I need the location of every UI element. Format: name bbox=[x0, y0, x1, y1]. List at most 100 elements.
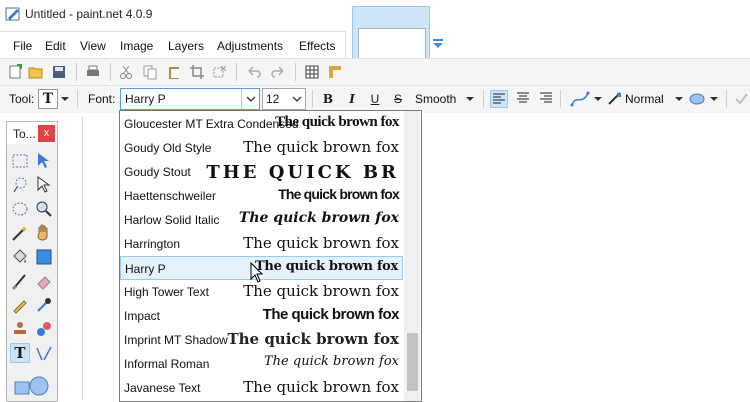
menu-view[interactable]: View bbox=[80, 39, 106, 53]
font-name: Haettenschweiler bbox=[124, 189, 217, 203]
font-dropdown-button[interactable] bbox=[241, 89, 260, 109]
font-list-scroll-thumb[interactable] bbox=[407, 333, 418, 391]
align-left-button[interactable] bbox=[490, 90, 508, 108]
crop-icon[interactable] bbox=[189, 64, 205, 80]
font-list-item[interactable]: Goudy Old Style The quick brown fox bbox=[120, 136, 403, 160]
image-list-dropdown-icon[interactable] bbox=[432, 38, 444, 50]
lasso-select-icon[interactable] bbox=[10, 175, 30, 195]
mouse-cursor-icon bbox=[250, 262, 264, 283]
font-list-item[interactable]: Haettenschweiler The quick brown fox bbox=[120, 184, 403, 208]
magic-wand-icon[interactable] bbox=[10, 223, 30, 243]
paint-bucket-icon[interactable] bbox=[10, 247, 30, 267]
menu-edit[interactable]: Edit bbox=[45, 39, 66, 53]
grid-icon[interactable] bbox=[304, 64, 320, 80]
finish-checkmark-icon[interactable] bbox=[734, 91, 748, 107]
tools-window-titlebar[interactable]: To... x bbox=[7, 122, 57, 144]
font-list-scrollbar[interactable] bbox=[404, 111, 420, 401]
tools-window-title: To... bbox=[13, 127, 36, 141]
menu-image[interactable]: Image bbox=[120, 39, 153, 53]
font-list-item[interactable]: Informal Roman The quick brown fox bbox=[120, 352, 403, 376]
paintbrush-icon[interactable] bbox=[10, 271, 30, 291]
move-selection-icon[interactable] bbox=[34, 175, 54, 195]
recolor-icon[interactable] bbox=[34, 319, 54, 339]
font-preview-sample: THE QUICK BR bbox=[206, 162, 399, 183]
copy-icon[interactable] bbox=[142, 64, 158, 80]
align-center-button[interactable] bbox=[514, 90, 532, 108]
font-dropdown-list[interactable]: Gloucester MT Extra Condensed The quick b… bbox=[119, 110, 422, 402]
font-preview-sample: The quick brown fox bbox=[262, 306, 400, 323]
save-icon[interactable] bbox=[51, 64, 67, 80]
paintnet-app-icon bbox=[5, 7, 20, 21]
menu-bar: File Edit View Image Layers Adjustments … bbox=[0, 31, 346, 59]
font-list-item[interactable]: Impact The quick brown fox bbox=[120, 304, 403, 328]
font-name: Harlow Solid Italic bbox=[124, 213, 220, 227]
chevron-down-icon[interactable] bbox=[710, 97, 718, 101]
font-size-combobox[interactable]: 12 bbox=[262, 88, 306, 110]
tools-window: To... x T bbox=[6, 121, 58, 402]
chevron-down-icon[interactable] bbox=[289, 89, 305, 109]
zoom-icon[interactable] bbox=[34, 199, 54, 219]
font-preview-sample: The quick brown fox bbox=[243, 138, 399, 156]
menu-file[interactable]: File bbox=[13, 39, 32, 53]
cut-icon[interactable] bbox=[118, 64, 134, 80]
font-preview-sample: The quick brown fox bbox=[264, 354, 399, 369]
deselect-icon[interactable] bbox=[212, 64, 228, 80]
chevron-down-icon[interactable] bbox=[466, 97, 474, 101]
redo-icon[interactable] bbox=[270, 64, 286, 80]
tools-close-button[interactable]: x bbox=[38, 125, 55, 142]
bold-button[interactable]: B bbox=[319, 90, 337, 108]
blend-mode-value[interactable]: Normal bbox=[625, 92, 664, 106]
font-preview-sample: The quick brown fox bbox=[243, 282, 399, 300]
font-preview-sample: The quick brown fox bbox=[243, 378, 399, 396]
font-list-item[interactable]: Imprint MT Shadow The quick brown fox bbox=[120, 328, 403, 352]
menu-adjustments[interactable]: Adjustments bbox=[217, 39, 283, 53]
move-selected-pixels-icon[interactable] bbox=[34, 151, 54, 171]
paste-icon[interactable] bbox=[166, 64, 182, 80]
pencil-icon[interactable] bbox=[10, 295, 30, 315]
eraser-icon[interactable] bbox=[34, 271, 54, 291]
selection-mode-icon[interactable] bbox=[688, 91, 706, 107]
font-name: Harrington bbox=[124, 237, 181, 251]
print-icon[interactable] bbox=[85, 64, 101, 80]
chevron-down-icon[interactable] bbox=[61, 97, 69, 101]
font-name: Goudy Stout bbox=[124, 165, 191, 179]
menu-effects[interactable]: Effects bbox=[299, 39, 335, 53]
text-tool-icon[interactable]: T bbox=[38, 89, 58, 109]
font-preview-sample: The quick brown fox bbox=[238, 210, 399, 226]
font-name: Gloucester MT Extra Condensed bbox=[124, 117, 299, 131]
canvas-edge bbox=[82, 117, 83, 400]
antialias-curve-icon[interactable] bbox=[570, 90, 590, 108]
ruler-icon[interactable] bbox=[327, 64, 343, 80]
font-list-item[interactable]: Goudy Stout THE QUICK BR bbox=[120, 160, 403, 184]
line-curve-icon[interactable] bbox=[34, 343, 54, 363]
chevron-down-icon[interactable] bbox=[594, 97, 602, 101]
open-icon[interactable] bbox=[28, 64, 44, 80]
rectangle-select-icon[interactable] bbox=[10, 151, 30, 171]
chevron-down-icon[interactable] bbox=[675, 97, 683, 101]
color-picker-icon[interactable] bbox=[34, 295, 54, 315]
antialiasing-value[interactable]: Smooth bbox=[415, 92, 456, 106]
align-right-button[interactable] bbox=[537, 90, 555, 108]
new-icon[interactable] bbox=[7, 64, 23, 80]
shapes-icon[interactable] bbox=[13, 374, 49, 398]
font-preview-sample: The quick brown fox bbox=[243, 234, 399, 252]
pan-hand-icon[interactable] bbox=[34, 223, 54, 243]
gradient-icon[interactable] bbox=[34, 247, 54, 267]
text-tool-button[interactable]: T bbox=[10, 343, 30, 363]
clone-stamp-icon[interactable] bbox=[10, 319, 30, 339]
font-list-item[interactable]: Gloucester MT Extra Condensed The quick b… bbox=[120, 112, 403, 136]
font-combobox[interactable]: Harry P bbox=[120, 88, 260, 110]
font-list-item[interactable]: Harlow Solid Italic The quick brown fox bbox=[120, 208, 403, 232]
align-right-icon bbox=[540, 92, 552, 103]
font-list-item[interactable]: Javanese Text The quick brown fox bbox=[120, 376, 403, 400]
font-list-item[interactable]: Harrington The quick brown fox bbox=[120, 232, 403, 256]
align-center-icon bbox=[517, 92, 529, 103]
ellipse-select-icon[interactable] bbox=[10, 199, 30, 219]
underline-button[interactable]: U bbox=[366, 90, 384, 108]
strikethrough-button[interactable]: S bbox=[389, 90, 407, 108]
align-left-icon bbox=[493, 93, 505, 104]
undo-icon[interactable] bbox=[246, 64, 262, 80]
font-combobox-value: Harry P bbox=[125, 92, 166, 106]
italic-button[interactable]: I bbox=[343, 90, 361, 108]
menu-layers[interactable]: Layers bbox=[168, 39, 204, 53]
